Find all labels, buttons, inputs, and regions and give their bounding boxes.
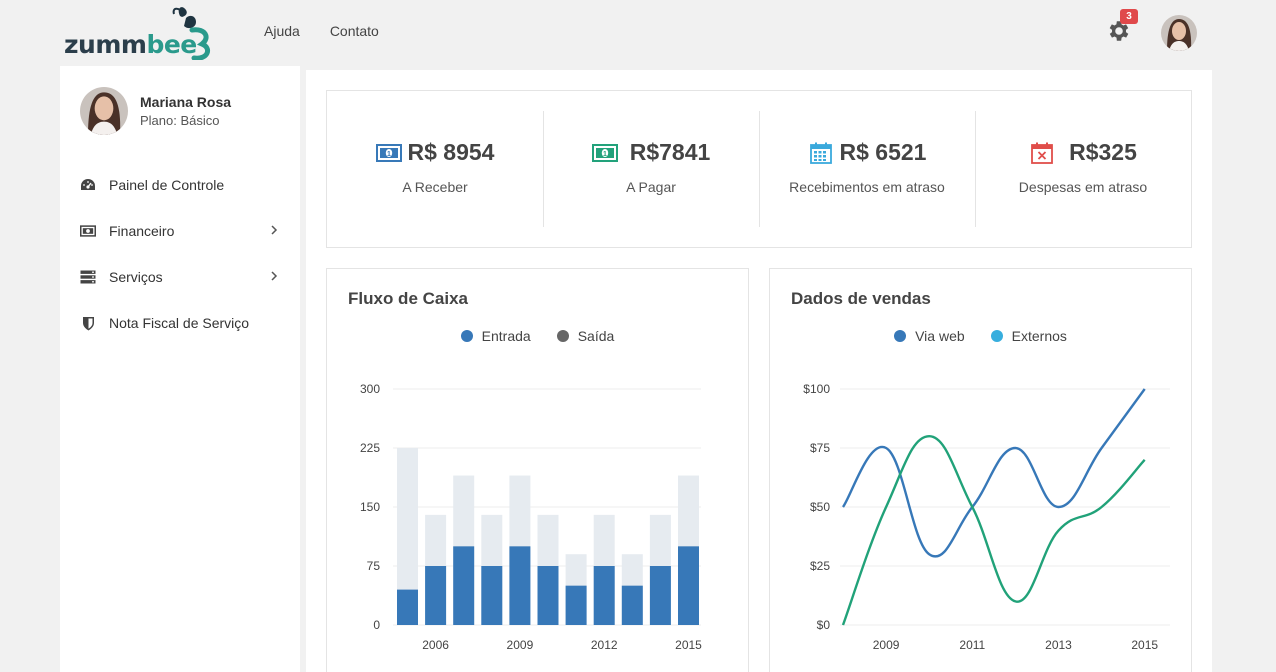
y-tick-label: 225 — [360, 441, 380, 455]
stat-a-pagar: 1 R$7841 A Pagar — [543, 91, 759, 247]
y-tick-label: $100 — [803, 382, 830, 396]
calendar-icon — [808, 142, 834, 164]
stat-label: A Pagar — [626, 179, 676, 195]
bar-entrada[interactable] — [425, 566, 447, 625]
y-tick-label: $25 — [810, 559, 830, 573]
dashboard-icon — [80, 177, 96, 193]
server-icon — [80, 269, 96, 285]
shield-icon — [80, 315, 96, 331]
nav-link-contato[interactable]: Contato — [330, 23, 379, 39]
stat-label: Recebimentos em atraso — [789, 179, 945, 195]
line-externos[interactable] — [841, 434, 1146, 626]
y-tick-label: 75 — [367, 559, 381, 573]
sidebar: Mariana Rosa Plano: Básico Painel de Con… — [60, 66, 300, 672]
fluxo-de-caixa-panel: Fluxo de Caixa Entrada Saída 0 75 150 225 30… — [326, 268, 749, 672]
stats-summary: 1 R$ 8954 A Receber 1 R$7841 A Pagar R$ … — [326, 90, 1192, 248]
stat-value: R$7841 — [629, 139, 711, 165]
money-icon: 1 — [591, 142, 618, 164]
y-tick-label: $75 — [810, 441, 830, 455]
bee-icon — [172, 7, 210, 60]
bar-entrada[interactable] — [649, 566, 671, 625]
chevron-right-icon — [271, 225, 278, 235]
y-tick-label: 150 — [360, 500, 380, 514]
sidebar-item-label: Nota Fiscal de Serviço — [109, 315, 250, 331]
svg-text:1: 1 — [603, 151, 607, 158]
user-name: Mariana Rosa — [140, 94, 232, 110]
dados-de-vendas-chart: $0 $25 $50 $75 $100 2009 2011 2013 2015 — [803, 382, 1170, 652]
stat-despesas-em-atraso: R$325 Despesas em atraso — [975, 91, 1191, 247]
top-bar: zummbee Ajuda Contato 3 — [0, 0, 1276, 66]
stat-label: A Receber — [402, 179, 468, 195]
bar-entrada[interactable] — [565, 585, 587, 625]
bar-entrada[interactable] — [621, 585, 643, 625]
money-icon: 1 — [375, 142, 402, 164]
bar-entrada[interactable] — [453, 546, 475, 625]
bar-entrada[interactable] — [397, 589, 418, 625]
main-content: 1 R$ 8954 A Receber 1 R$7841 A Pagar R$ … — [306, 70, 1212, 672]
bar-entrada[interactable] — [537, 566, 559, 625]
money-icon — [80, 223, 96, 239]
user-profile: Mariana Rosa Plano: Básico — [80, 87, 231, 135]
line-via-web[interactable] — [841, 388, 1146, 558]
nav-link-ajuda[interactable]: Ajuda — [264, 23, 300, 39]
fluxo-de-caixa-chart: 0 75 150 225 300 2006 2009 2012 2015 — [360, 382, 702, 652]
avatar-image — [1161, 15, 1197, 51]
bar-entrada[interactable] — [678, 546, 699, 625]
sidebar-item-label: Serviços — [109, 269, 163, 285]
y-tick-label: $0 — [817, 618, 831, 632]
sidebar-item-label: Painel de Controle — [109, 177, 225, 193]
zummbee-logo[interactable]: zummbee — [64, 4, 220, 62]
sidebar-item-servicos[interactable]: Serviços — [60, 254, 300, 300]
x-tick-label: 2009 — [507, 638, 534, 652]
y-tick-label: $50 — [810, 500, 830, 514]
bar-entrada[interactable] — [593, 566, 615, 625]
stat-recebimentos-em-atraso: R$ 6521 Recebimentos em atraso — [759, 91, 975, 247]
stat-value: R$ 8954 — [407, 139, 495, 165]
bar-entrada[interactable] — [481, 566, 503, 625]
chevron-right-icon — [271, 271, 278, 281]
sidebar-item-financeiro[interactable]: Financeiro — [60, 208, 300, 254]
stat-value: R$ 6521 — [839, 139, 927, 165]
avatar — [80, 87, 128, 135]
y-tick-label: 0 — [373, 618, 380, 632]
user-plan: Plano: Básico — [140, 113, 220, 128]
user-avatar[interactable] — [1161, 15, 1197, 51]
logo-text-zumm: zumm — [64, 30, 147, 59]
notification-badge: 3 — [1120, 9, 1138, 24]
stat-a-receber: 1 R$ 8954 A Receber — [327, 91, 543, 247]
x-tick-label: 2006 — [422, 638, 449, 652]
x-tick-label: 2013 — [1045, 638, 1072, 652]
sidebar-item-nota-fiscal[interactable]: Nota Fiscal de Serviço — [60, 300, 300, 346]
x-tick-label: 2015 — [1131, 638, 1158, 652]
y-tick-label: 300 — [360, 382, 380, 396]
sidebar-menu: Painel de Controle Financeiro Serviços N… — [60, 162, 300, 346]
bar-entrada[interactable] — [509, 546, 531, 625]
top-nav: Ajuda Contato — [264, 23, 379, 39]
stat-value: R$325 — [1069, 139, 1137, 165]
x-tick-label: 2015 — [675, 638, 702, 652]
x-tick-label: 2009 — [873, 638, 900, 652]
sidebar-item-label: Financeiro — [109, 223, 175, 239]
x-tick-label: 2011 — [959, 638, 985, 652]
calendar-x-icon — [1029, 142, 1055, 164]
svg-text:1: 1 — [387, 151, 391, 158]
settings-button[interactable]: 3 — [1106, 9, 1138, 46]
dados-de-vendas-panel: Dados de vendas Via web Externos $0 $25 $5… — [769, 268, 1192, 672]
stat-label: Despesas em atraso — [1018, 179, 1148, 195]
x-tick-label: 2012 — [591, 638, 618, 652]
sidebar-item-painel-de-controle[interactable]: Painel de Controle — [60, 162, 300, 208]
